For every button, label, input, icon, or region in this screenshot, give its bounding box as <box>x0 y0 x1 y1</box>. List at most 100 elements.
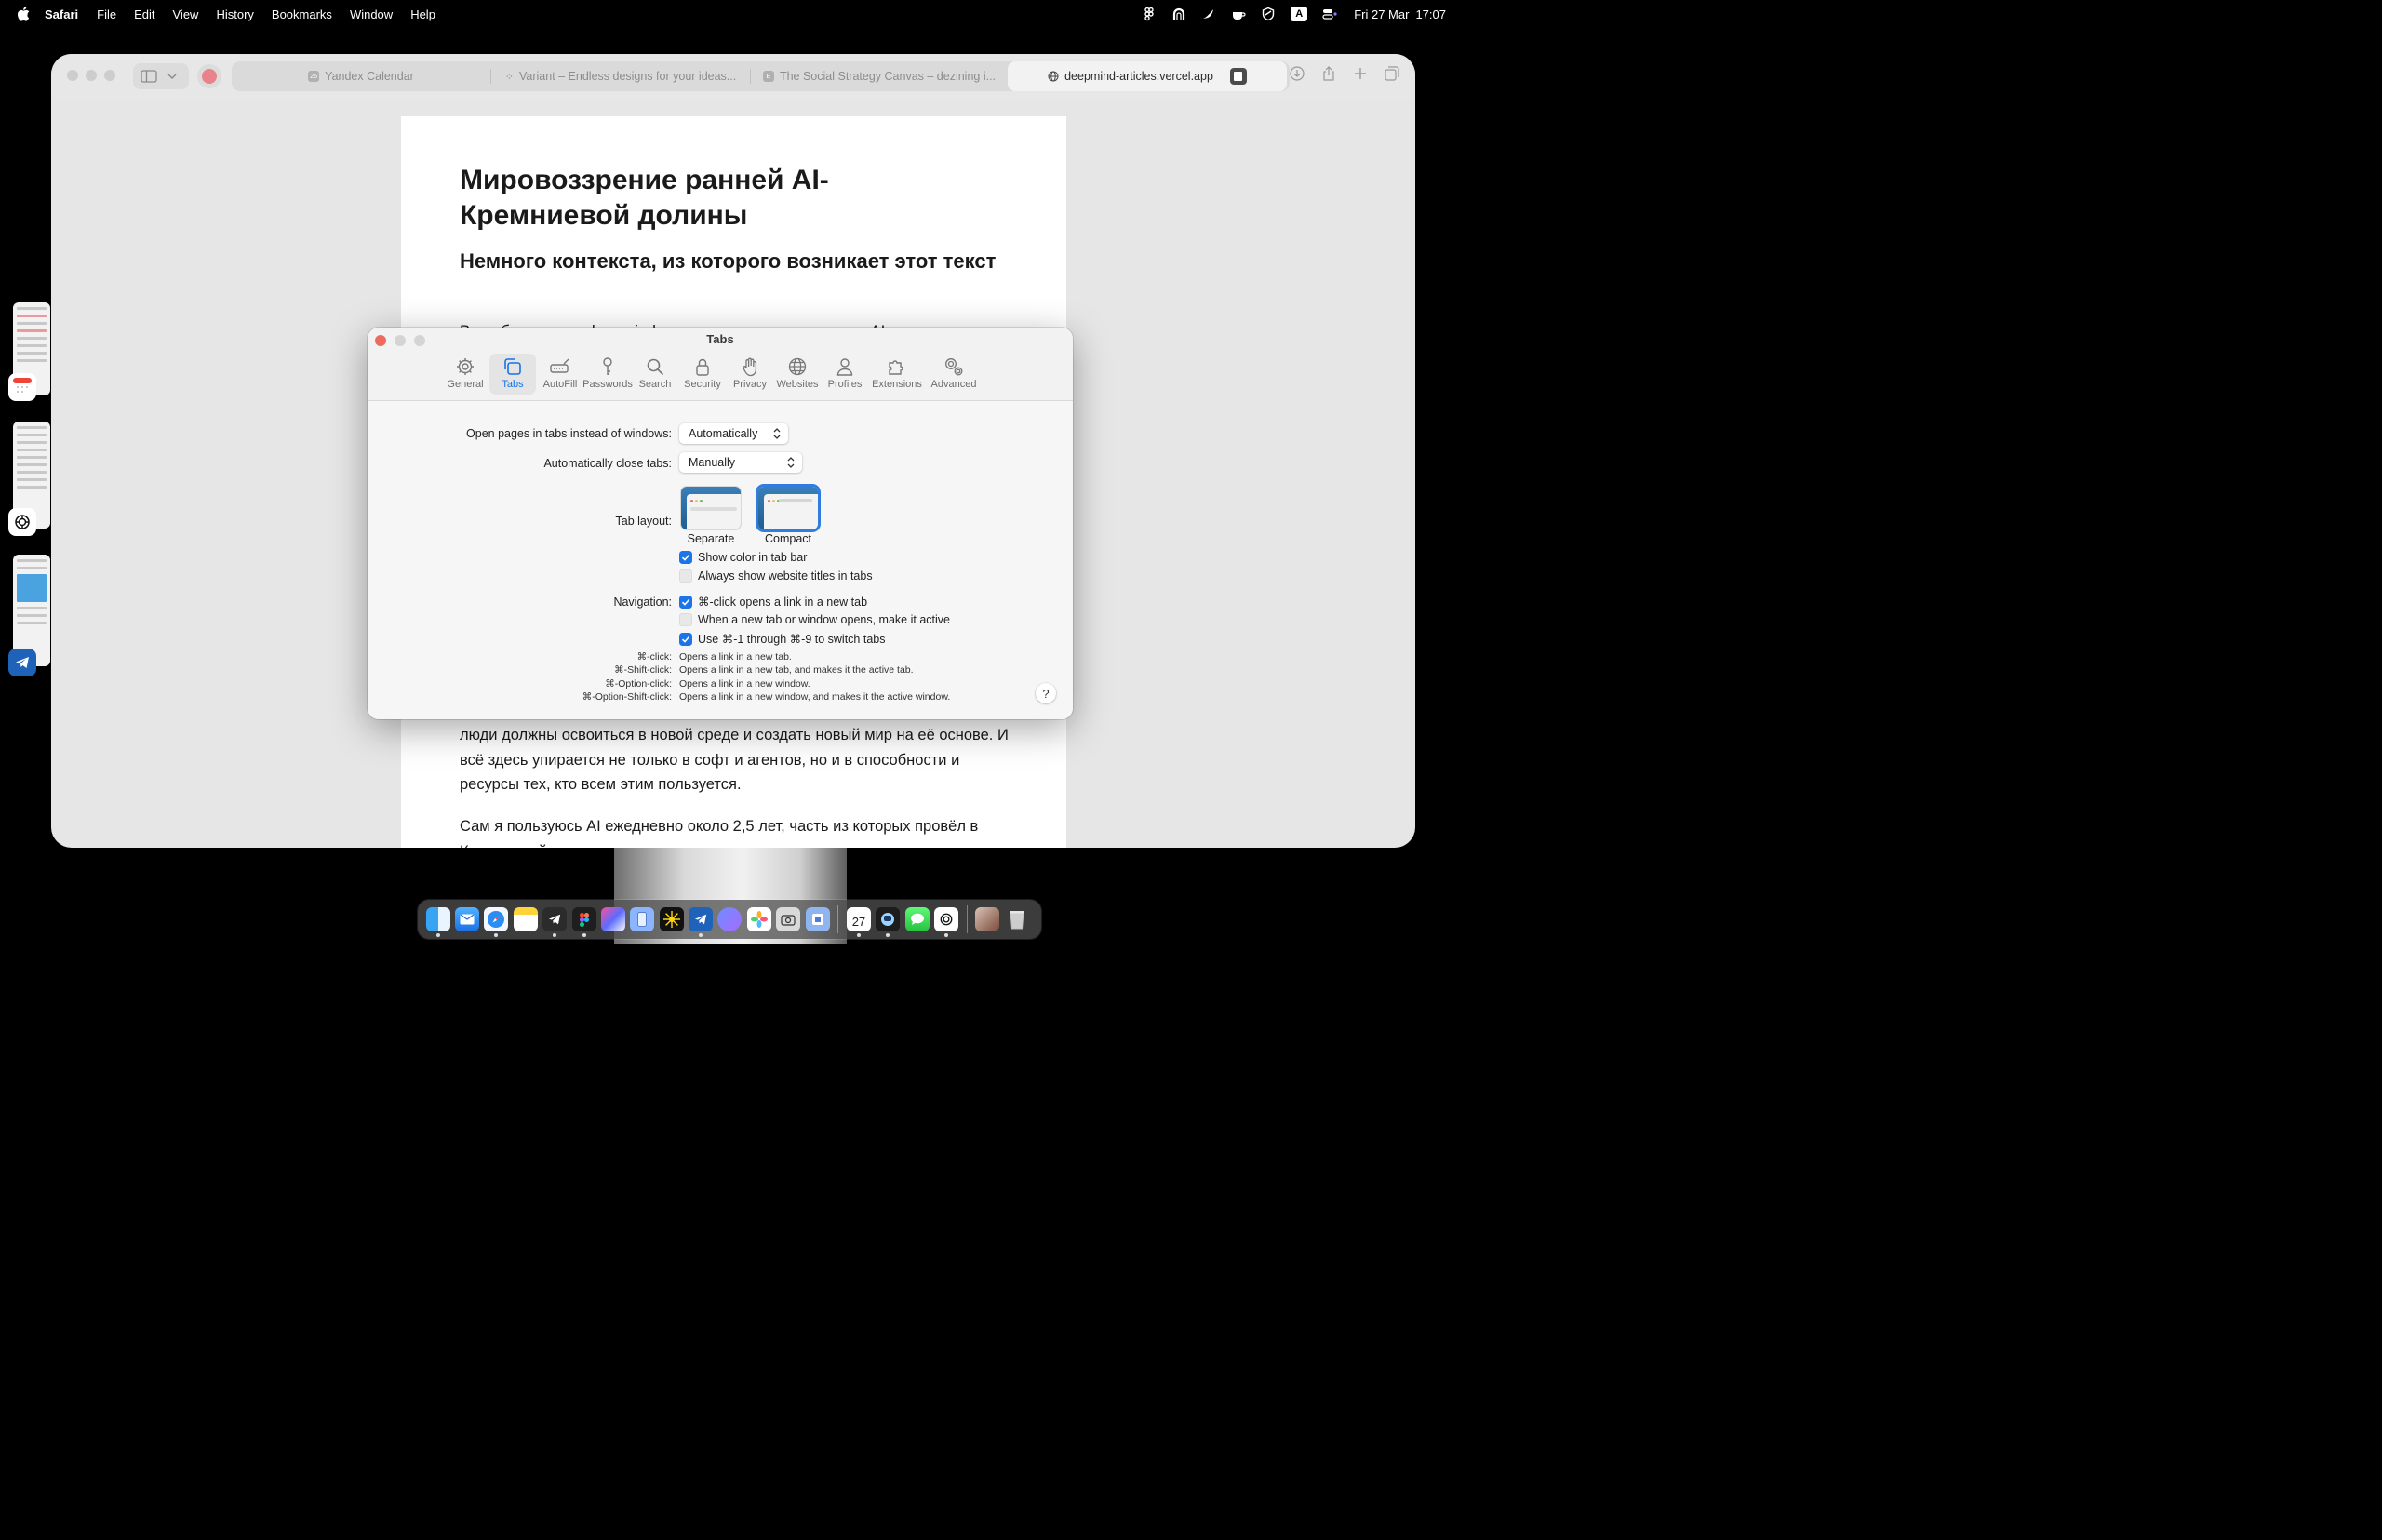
window-minimize-button[interactable] <box>86 70 97 81</box>
menu-bookmarks[interactable]: Bookmarks <box>272 7 332 21</box>
input-source-indicator[interactable]: A <box>1291 7 1308 21</box>
always-titles-label: Always show website titles in tabs <box>698 569 873 583</box>
figma-status-icon[interactable] <box>1142 7 1157 21</box>
settings-tab-websites[interactable]: Websites <box>774 354 821 395</box>
settings-tab-label: Extensions <box>872 379 922 390</box>
menu-history[interactable]: History <box>216 7 253 21</box>
settings-tab-passwords[interactable]: Passwords <box>582 354 633 395</box>
tabs-icon <box>504 358 521 375</box>
settings-tab-tabs[interactable]: Tabs <box>489 354 536 395</box>
sunburst-icon[interactable] <box>659 907 684 931</box>
finder-ai-icon[interactable] <box>876 907 901 937</box>
feather-status-icon[interactable] <box>1201 7 1216 21</box>
settings-tab-label: Profiles <box>827 379 863 390</box>
cmd-click-checkbox[interactable] <box>679 595 692 609</box>
tab-title: The Social Strategy Canvas – dezining i.… <box>779 70 997 83</box>
cmd-numbers-checkbox[interactable] <box>679 632 692 646</box>
show-color-checkbox[interactable] <box>679 551 692 564</box>
arc-status-icon[interactable] <box>1171 7 1186 21</box>
open-pages-value: Automatically <box>689 427 758 440</box>
menu-app-name[interactable]: Safari <box>45 7 78 21</box>
layout-compact-label[interactable]: Compact <box>751 532 825 545</box>
autofill-icon <box>550 358 569 373</box>
menu-bar-date[interactable]: Fri 27 Mar <box>1354 7 1409 21</box>
share-button[interactable] <box>1320 65 1337 82</box>
simulator-icon[interactable] <box>630 907 655 931</box>
always-titles-checkbox-row[interactable]: Always show website titles in tabs <box>679 569 873 583</box>
coffee-status-icon[interactable] <box>1231 7 1246 21</box>
downloads-button[interactable] <box>1289 65 1305 82</box>
shield-status-icon[interactable] <box>1261 7 1276 21</box>
settings-tab-search[interactable]: Search <box>632 354 678 395</box>
control-center-icon[interactable] <box>1322 7 1337 21</box>
window-close-button[interactable] <box>67 70 78 81</box>
menu-edit[interactable]: Edit <box>134 7 154 21</box>
figma-icon[interactable] <box>571 907 596 937</box>
help-button[interactable]: ? <box>1036 683 1056 703</box>
settings-tab-autofill[interactable]: AutoFill <box>537 354 583 395</box>
reader-view-button[interactable] <box>1229 68 1247 85</box>
tab-variant[interactable]: ⁘ Variant – Endless designs for your ide… <box>491 61 750 91</box>
menu-help[interactable]: Help <box>410 7 435 21</box>
tab-overview-button[interactable] <box>1384 65 1400 82</box>
finder-icon[interactable] <box>425 907 450 937</box>
layout-compact-option[interactable] <box>758 487 818 529</box>
settings-tab-advanced[interactable]: Advanced <box>926 354 982 395</box>
tab-yandex-calendar[interactable]: 26 Yandex Calendar <box>232 61 490 91</box>
photo-stack-icon[interactable] <box>975 907 1000 931</box>
make-active-checkbox-row[interactable]: When a new tab or window opens, make it … <box>679 613 950 626</box>
calendar-app-icon[interactable] <box>8 373 36 401</box>
craft-icon[interactable] <box>600 907 625 931</box>
hint-description: Opens a link in a new window, and makes … <box>679 691 951 703</box>
open-pages-popup[interactable]: Automatically <box>679 423 788 444</box>
messages-icon[interactable] <box>904 907 930 931</box>
menu-view[interactable]: View <box>173 7 199 21</box>
make-active-checkbox[interactable] <box>679 613 692 626</box>
cmd-click-checkbox-row[interactable]: ⌘-click opens a link in a new tab <box>679 595 867 609</box>
menu-bar-time[interactable]: 17:07 <box>1415 7 1446 21</box>
close-tabs-label: Automatically close tabs: <box>543 457 672 470</box>
layout-separate-label[interactable]: Separate <box>674 532 748 545</box>
window-zoom-button[interactable] <box>104 70 115 81</box>
safari-icon[interactable] <box>484 907 509 937</box>
pinned-tab-pinterest[interactable] <box>197 64 221 88</box>
tab-group-chevron-button[interactable] <box>165 65 180 87</box>
yandex-calendar-favicon: 26 <box>308 71 320 82</box>
apple-menu-icon[interactable] <box>17 7 30 21</box>
telegram-lite-icon[interactable] <box>689 907 714 937</box>
hint-description: Opens a link in a new tab, and makes it … <box>679 664 914 676</box>
trash-icon[interactable] <box>1005 907 1029 931</box>
new-tab-button[interactable] <box>1352 65 1369 82</box>
menu-window[interactable]: Window <box>350 7 393 21</box>
tab-active-address[interactable]: deepmind-articles.vercel.app <box>1008 61 1287 91</box>
layout-separate-option[interactable] <box>681 487 741 529</box>
settings-tab-profiles[interactable]: Profiles <box>822 354 868 395</box>
telegram-icon[interactable] <box>542 907 568 937</box>
menu-file[interactable]: File <box>97 7 116 21</box>
always-titles-checkbox[interactable] <box>679 569 692 583</box>
settings-tab-privacy[interactable]: Privacy <box>727 354 773 395</box>
cmd-numbers-checkbox-row[interactable]: Use ⌘-1 through ⌘-9 to switch tabs <box>679 632 885 646</box>
address-bar-url[interactable]: deepmind-articles.vercel.app <box>1064 70 1213 83</box>
notes-icon[interactable] <box>513 907 538 931</box>
calendar-icon[interactable]: 27 <box>846 907 871 937</box>
sidebar-toggle-button[interactable] <box>139 65 159 87</box>
settings-tab-extensions[interactable]: Extensions <box>869 354 925 395</box>
layout-tabbar-preview <box>690 507 737 511</box>
share-icon <box>1323 66 1334 81</box>
tab-social-strategy-canvas[interactable]: E The Social Strategy Canvas – dezining … <box>751 61 1008 91</box>
settings-tab-label: Privacy <box>732 379 768 390</box>
close-tabs-popup[interactable]: Manually <box>679 452 802 473</box>
chatgpt-icon[interactable] <box>934 907 959 937</box>
telegram-app-icon[interactable] <box>8 649 36 676</box>
show-color-checkbox-row[interactable]: Show color in tab bar <box>679 551 807 564</box>
settings-tab-security[interactable]: Security <box>679 354 726 395</box>
photos-icon[interactable] <box>746 907 771 931</box>
article-paragraph: Сам я пользуюсь AI ежедневно около 2,5 л… <box>460 818 979 848</box>
screenshot-icon[interactable] <box>776 907 801 931</box>
vpn-icon[interactable] <box>805 907 830 931</box>
mail-icon[interactable] <box>455 907 480 931</box>
chatgpt-app-icon[interactable] <box>8 508 36 536</box>
settings-tab-general[interactable]: General <box>442 354 488 395</box>
messenger-icon[interactable] <box>717 907 743 931</box>
